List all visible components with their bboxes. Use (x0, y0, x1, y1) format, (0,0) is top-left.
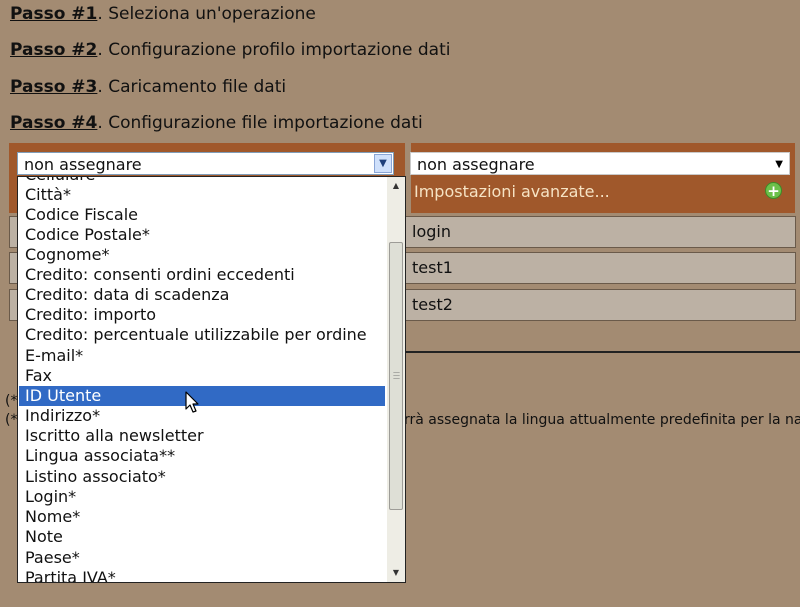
step-3-text: . Caricamento file dati (97, 77, 287, 97)
data-row-2: test1 (404, 252, 796, 284)
grip-icon: — — — (393, 368, 400, 382)
step-1-label[interactable]: Passo #1 (10, 4, 97, 24)
list-item[interactable]: Credito: consenti ordini eccedenti (19, 265, 385, 285)
list-item[interactable]: Note (19, 527, 385, 547)
mouse-pointer-icon (185, 391, 199, 413)
chevron-down-icon[interactable]: ▼ (374, 154, 392, 173)
column-1-select[interactable]: non assegnare ▼ (17, 152, 394, 175)
list-item[interactable]: Nome* (19, 507, 385, 527)
scroll-up-icon[interactable]: ▲ (389, 179, 403, 193)
column-1-select-value: non assegnare (24, 155, 142, 174)
list-item[interactable]: Paese* (19, 548, 385, 568)
list-item[interactable]: Codice Fiscale (19, 205, 385, 225)
step-4: Passo #4. Configurazione file importazio… (10, 113, 423, 133)
list-item[interactable]: Listino associato* (19, 467, 385, 487)
chevron-down-icon: ▼ (775, 159, 783, 170)
list-item[interactable]: Partita IVA* (19, 568, 385, 582)
step-2-label[interactable]: Passo #2 (10, 40, 97, 60)
list-item[interactable]: Lingua associata** (19, 446, 385, 466)
list-item[interactable]: Credito: data di scadenza (19, 285, 385, 305)
list-item[interactable]: Credito: importo (19, 305, 385, 325)
list-item[interactable]: E-mail* (19, 346, 385, 366)
list-item[interactable]: Codice Postale* (19, 225, 385, 245)
list-item[interactable]: Login* (19, 487, 385, 507)
scrollbar-thumb[interactable]: — — — (389, 242, 403, 510)
step-2-text: . Configurazione profilo importazione da… (97, 40, 451, 60)
language-note: rrà assegnata la lingua attualmente pred… (404, 412, 800, 428)
data-row-1: login (404, 216, 796, 248)
step-4-text: . Configurazione file importazione dati (97, 113, 423, 133)
list-item[interactable]: Credito: percentuale utilizzabile per or… (19, 325, 385, 345)
note-marker-1: (* (5, 393, 18, 409)
field-dropdown-list[interactable]: Cellulare Città* Codice Fiscale Codice P… (17, 176, 406, 583)
data-row-3: test2 (404, 289, 796, 321)
note-marker-2: (* (5, 412, 18, 428)
list-item[interactable]: Cognome* (19, 245, 385, 265)
list-item[interactable]: Indirizzo* (19, 406, 385, 426)
step-1-text: . Seleziona un'operazione (97, 4, 316, 24)
dropdown-scrollbar[interactable]: ▲ — — — ▼ (387, 177, 405, 582)
column-2-select[interactable]: non assegnare ▼ (410, 152, 790, 175)
step-1: Passo #1. Seleziona un'operazione (10, 4, 316, 24)
step-4-label[interactable]: Passo #4 (10, 113, 97, 133)
step-3: Passo #3. Caricamento file dati (10, 77, 286, 97)
list-item[interactable]: Iscritto alla newsletter (19, 426, 385, 446)
advanced-settings-link[interactable]: Impostazioni avanzate... (414, 182, 610, 201)
list-item-selected[interactable]: ID Utente (19, 386, 385, 406)
step-2: Passo #2. Configurazione profilo importa… (10, 40, 450, 60)
scroll-down-icon[interactable]: ▼ (389, 566, 403, 580)
step-3-label[interactable]: Passo #3 (10, 77, 97, 97)
list-item[interactable]: Città* (19, 185, 385, 205)
column-2-select-value: non assegnare (417, 155, 535, 174)
list-item[interactable]: Cellulare (19, 177, 385, 185)
plus-icon[interactable]: + (765, 182, 782, 199)
list-item[interactable]: Fax (19, 366, 385, 386)
